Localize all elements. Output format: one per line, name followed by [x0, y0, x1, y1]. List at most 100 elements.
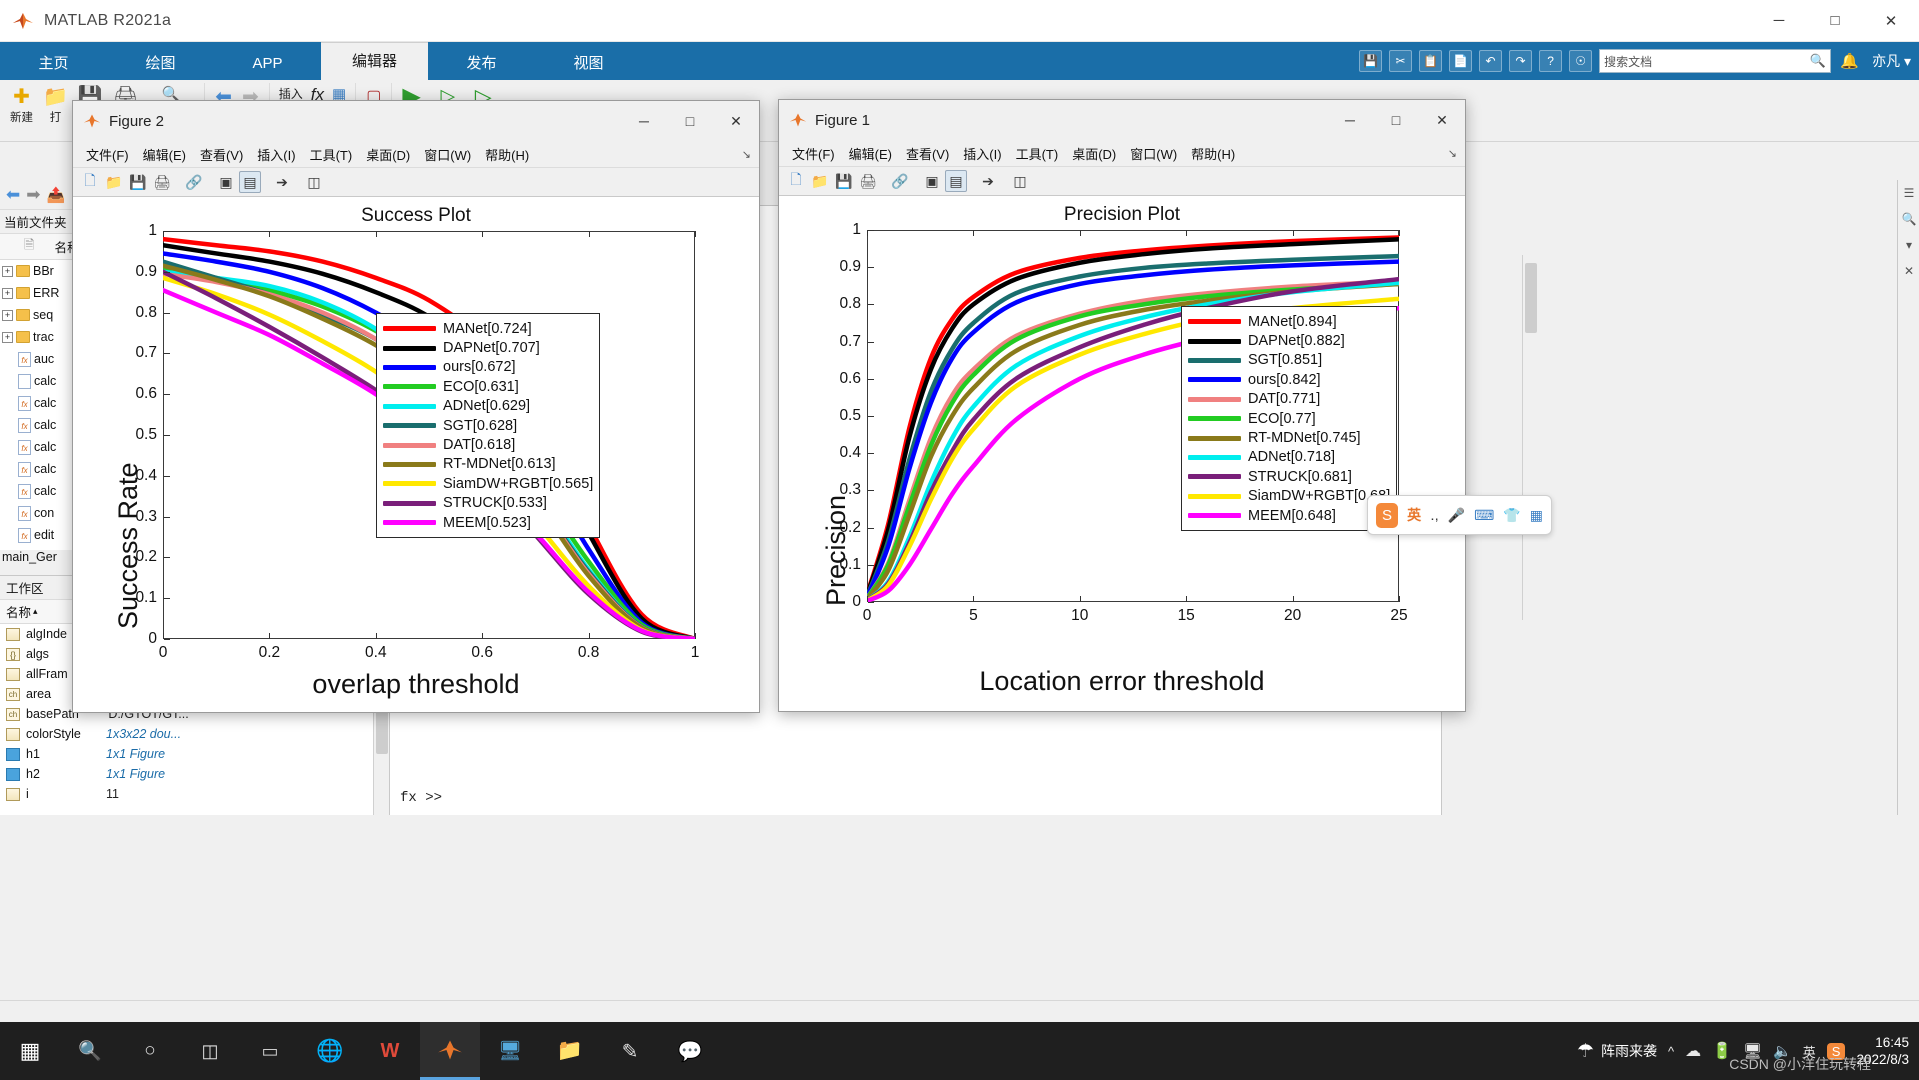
open-figure-icon[interactable]: 📁: [103, 171, 125, 193]
maximize-button[interactable]: □: [1807, 0, 1863, 42]
minimize-panel-icon[interactable]: ▾: [1898, 232, 1919, 258]
menu-edit[interactable]: 编辑(E): [842, 142, 899, 165]
search-icon[interactable]: 🔍: [60, 1022, 120, 1080]
command-prompt[interactable]: fx >>: [400, 790, 442, 806]
workspace-row[interactable]: h1 1x1 Figure: [0, 744, 389, 764]
figure2-minimize-button[interactable]: ─: [621, 101, 667, 141]
new-figure-icon[interactable]: 🗋: [785, 170, 807, 192]
bell-icon[interactable]: 🔔: [1838, 50, 1861, 72]
menu-tools[interactable]: 工具(T): [1009, 142, 1066, 165]
legend-entry[interactable]: ours[0.672]: [383, 358, 593, 377]
legend-entry[interactable]: ECO[0.631]: [383, 377, 593, 396]
wps-icon[interactable]: W: [360, 1022, 420, 1080]
sogou-ime-bar[interactable]: S 英 ․, 🎤 ⌨ 👕 ▦: [1367, 495, 1552, 535]
link-data-icon[interactable]: 🔗: [889, 170, 911, 192]
menu-file[interactable]: 文件(F): [785, 142, 842, 165]
legend-entry[interactable]: STRUCK[0.681]: [1188, 467, 1390, 486]
figure1-window[interactable]: Figure 1 ─ □ ✕ 文件(F) 编辑(E) 查看(V) 插入(I) 工…: [778, 99, 1466, 712]
menu-desktop[interactable]: 桌面(D): [359, 143, 417, 166]
tab-editor[interactable]: 编辑器: [321, 42, 428, 80]
menu-insert[interactable]: 插入(I): [956, 142, 1008, 165]
taskview-icon[interactable]: ◫: [180, 1022, 240, 1080]
legend-entry[interactable]: ADNet[0.718]: [1188, 448, 1390, 467]
legend-entry[interactable]: ADNet[0.629]: [383, 397, 593, 416]
start-icon[interactable]: ▦: [0, 1022, 60, 1080]
search-icon[interactable]: 🔍: [1810, 53, 1826, 69]
figure2-canvas[interactable]: Success Plot Success Rate overlap thresh…: [73, 197, 759, 712]
wechat-icon[interactable]: 💬: [660, 1022, 720, 1080]
menu-expand-icon[interactable]: ↘: [1448, 147, 1457, 160]
legend-entry[interactable]: MANet[0.894]: [1188, 312, 1390, 331]
help-icon[interactable]: ?: [1539, 50, 1563, 72]
insert-colorbar-icon[interactable]: ▣: [215, 171, 237, 193]
expand-icon[interactable]: +: [2, 265, 13, 277]
terminal-icon[interactable]: ▭: [240, 1022, 300, 1080]
menu-tools[interactable]: 工具(T): [303, 143, 360, 166]
layout-icon[interactable]: ☰: [1898, 180, 1919, 206]
legend-entry[interactable]: SGT[0.851]: [1188, 351, 1390, 370]
onedrive-icon[interactable]: ☁: [1685, 1041, 1701, 1061]
tab-view[interactable]: 视图: [535, 48, 642, 80]
user-menu[interactable]: 亦凡 ▾: [1868, 51, 1911, 71]
keyboard-icon[interactable]: ⌨: [1474, 507, 1494, 524]
search-icon[interactable]: 🔍: [1898, 206, 1919, 232]
tab-publish[interactable]: 发布: [428, 48, 535, 80]
forward-arrow-icon[interactable]: ➡: [26, 185, 40, 205]
figure1-legend[interactable]: MANet[0.894] DAPNet[0.882] SGT[0.851] ours[…: [1181, 306, 1398, 532]
editor-icon[interactable]: ✎: [600, 1022, 660, 1080]
legend-entry[interactable]: SiamDW+RGBT[0.68]: [1188, 487, 1390, 506]
tab-plots[interactable]: 绘图: [107, 48, 214, 80]
copy-icon[interactable]: 📋: [1419, 50, 1443, 72]
expand-icon[interactable]: +: [2, 331, 13, 343]
legend-entry[interactable]: ours[0.842]: [1188, 370, 1390, 389]
figure1-canvas[interactable]: Precision Plot Precision Location error …: [779, 196, 1465, 711]
explorer-icon[interactable]: 📁: [540, 1022, 600, 1080]
print-icon[interactable]: 🖨: [857, 170, 879, 192]
open-figure-icon[interactable]: 📁: [809, 170, 831, 192]
paste-icon[interactable]: 📄: [1449, 50, 1473, 72]
save-figure-icon[interactable]: 💾: [833, 170, 855, 192]
legend-entry[interactable]: MANet[0.724]: [383, 319, 593, 338]
legend-entry[interactable]: RT-MDNet[0.613]: [383, 455, 593, 474]
menu-help[interactable]: 帮助(H): [1184, 142, 1242, 165]
save-figure-icon[interactable]: 💾: [127, 171, 149, 193]
open-file-button[interactable]: 📁 打: [38, 83, 73, 127]
legend-entry[interactable]: DAPNet[0.707]: [383, 338, 593, 357]
undo-icon[interactable]: ↶: [1479, 50, 1503, 72]
expand-icon[interactable]: +: [2, 309, 13, 321]
menu-help[interactable]: 帮助(H): [478, 143, 536, 166]
save-icon[interactable]: 💾: [1359, 50, 1383, 72]
menu-window[interactable]: 窗口(W): [1123, 142, 1184, 165]
menu-edit[interactable]: 编辑(E): [136, 143, 193, 166]
figure1-maximize-button[interactable]: □: [1373, 100, 1419, 140]
workspace-row[interactable]: i 11: [0, 784, 389, 804]
legend-entry[interactable]: DAT[0.618]: [383, 435, 593, 454]
expand-icon[interactable]: +: [2, 287, 13, 299]
figure1-minimize-button[interactable]: ─: [1327, 100, 1373, 140]
matlab-icon[interactable]: [420, 1022, 480, 1080]
sogou-icon[interactable]: S: [1376, 502, 1399, 528]
ime-language-toggle[interactable]: 英: [1407, 505, 1421, 525]
menu-insert[interactable]: 插入(I): [250, 143, 302, 166]
tab-home[interactable]: 主页: [0, 48, 107, 80]
vm-icon[interactable]: 🖥: [480, 1022, 540, 1080]
legend-entry[interactable]: SGT[0.628]: [383, 416, 593, 435]
up-folder-icon[interactable]: 📤: [47, 186, 66, 204]
menu-view[interactable]: 查看(V): [899, 142, 956, 165]
figure2-window[interactable]: Figure 2 ─ □ ✕ 文件(F) 编辑(E) 查看(V) 插入(I) 工…: [72, 100, 760, 713]
hide-plot-tools-icon[interactable]: ◫: [1009, 170, 1031, 192]
close-button[interactable]: ✕: [1863, 0, 1919, 42]
tab-apps[interactable]: APP: [214, 48, 321, 80]
menu-expand-icon[interactable]: ↘: [742, 148, 751, 161]
chevron-up-icon[interactable]: ^: [1668, 1044, 1674, 1059]
figure1-close-button[interactable]: ✕: [1419, 100, 1465, 140]
menu-window[interactable]: 窗口(W): [417, 143, 478, 166]
menu-desktop[interactable]: 桌面(D): [1065, 142, 1123, 165]
link-data-icon[interactable]: 🔗: [183, 171, 205, 193]
hide-plot-tools-icon[interactable]: ◫: [303, 171, 325, 193]
workspace-row[interactable]: h2 1x1 Figure: [0, 764, 389, 784]
cut-icon[interactable]: ✂: [1389, 50, 1413, 72]
chrome-icon[interactable]: 🌐: [300, 1022, 360, 1080]
insert-legend-icon[interactable]: ▤: [945, 170, 967, 192]
redo-icon[interactable]: ↷: [1509, 50, 1533, 72]
